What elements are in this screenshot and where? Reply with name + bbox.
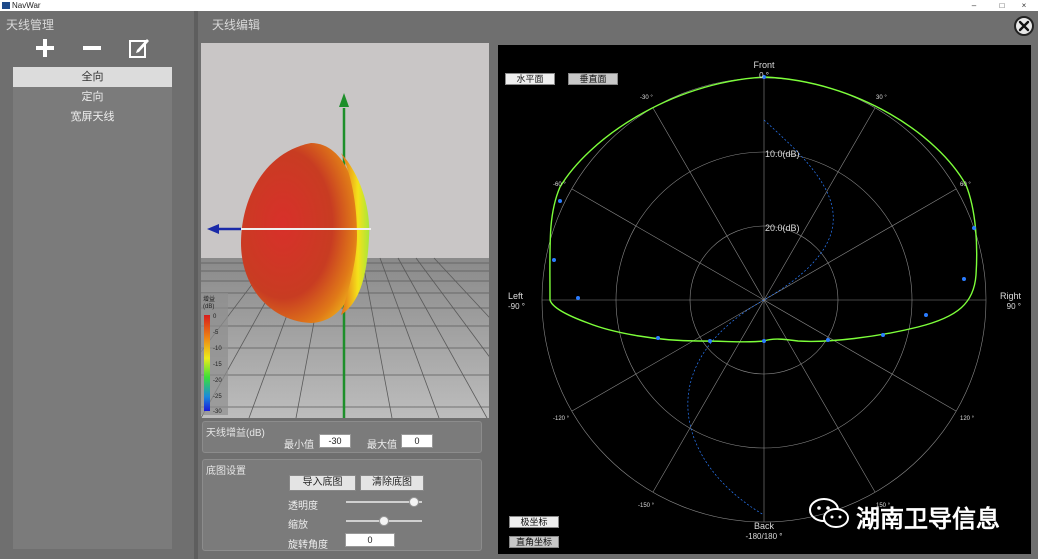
gain-legend-tick: -5: [213, 330, 219, 336]
angle-label: 30 °: [876, 95, 887, 101]
polar-coords-button[interactable]: 极坐标: [509, 516, 559, 528]
antenna-3d-view[interactable]: 增益 (dB) 0 -5 -10 -15 -20 -25 -30: [201, 43, 489, 418]
gain-legend-tick: -20: [213, 378, 222, 384]
close-editor-icon[interactable]: [1014, 16, 1034, 36]
antenna-editor-title: 天线编辑: [212, 18, 261, 32]
angle-label: 60 °: [960, 182, 971, 188]
wechat-icon: [809, 498, 849, 528]
antenna-list-item-wide[interactable]: 宽屏天线: [13, 107, 172, 127]
app-window: NavWar – □ × 天线管理 全向 定向 宽屏天线 天线编辑 增益 (dB…: [0, 0, 1038, 559]
left-label: Left: [508, 291, 524, 301]
zoom-slider[interactable]: [346, 515, 422, 527]
right-angle-label: 90 °: [1007, 302, 1021, 311]
angle-label: -60 °: [553, 182, 566, 188]
gain-max-label: 最大值: [367, 440, 397, 451]
gain-legend-tick: -30: [213, 409, 222, 415]
gain-legend-title: 增益: [203, 295, 215, 303]
polar-plot-svg: Front 0 ° Back -180/180 ° Left -90 ° Rig…: [508, 60, 1022, 541]
opacity-slider-thumb[interactable]: [409, 497, 419, 507]
left-angle-label: -90 °: [508, 302, 525, 311]
cartesian-coords-button[interactable]: 直角坐标: [509, 536, 559, 548]
horizontal-plane-button[interactable]: 水平面: [505, 73, 555, 85]
edit-icon[interactable]: [127, 36, 151, 60]
ring-label-20db: 20.0(dB): [765, 223, 800, 233]
gain-legend-unit: (dB): [203, 304, 214, 310]
app-icon: [2, 2, 10, 9]
polar-pattern-plot[interactable]: Front 0 ° Back -180/180 ° Left -90 ° Rig…: [498, 45, 1031, 554]
basemap-settings-title: 底图设置: [206, 466, 246, 477]
zoom-slider-thumb[interactable]: [379, 516, 389, 526]
clear-basemap-button[interactable]: 清除底图: [360, 475, 424, 491]
ring-label-10db: 10.0(dB): [765, 149, 800, 159]
z-axis-arrow: [339, 93, 349, 107]
angle-label: 120 °: [960, 416, 975, 422]
gain-legend-tick: -10: [213, 346, 222, 352]
vertical-pattern-trace: [763, 119, 834, 301]
x-axis-arrow: [207, 224, 219, 234]
gain-min-field[interactable]: -30: [319, 434, 351, 448]
gain-legend-tick: -15: [213, 362, 222, 368]
angle-label: -30 °: [640, 95, 653, 101]
antenna-gain-title: 天线增益(dB): [206, 428, 265, 439]
opacity-slider[interactable]: [346, 496, 422, 508]
watermark: 湖南卫导信息: [806, 496, 1021, 533]
title-bar: NavWar – □ ×: [0, 0, 1038, 11]
right-label: Right: [1000, 291, 1022, 301]
gain-min-label: 最小值: [284, 440, 314, 451]
back-angle-label: -180/180 °: [745, 532, 782, 541]
gain-max-field[interactable]: 0: [401, 434, 433, 448]
vertical-plane-button[interactable]: 垂直面: [568, 73, 618, 85]
antenna-list: 全向 定向 宽屏天线: [13, 67, 172, 549]
vertical-pattern-trace-lower: [687, 299, 765, 516]
watermark-text: 湖南卫导信息: [856, 506, 1000, 533]
window-close-button[interactable]: ×: [1010, 0, 1038, 11]
antenna-3d-scene: 增益 (dB) 0 -5 -10 -15 -20 -25 -30: [201, 93, 489, 418]
antenna-management-pane: 天线管理 全向 定向 宽屏天线: [0, 11, 194, 559]
front-angle-label: 0 °: [759, 71, 769, 80]
gain-legend-bar: [204, 315, 210, 411]
angle-label: -150 °: [638, 503, 655, 509]
radiation-lobe: [241, 143, 361, 323]
antenna-gain-panel: 天线增益(dB) 最小值 -30 最大值 0: [202, 421, 482, 453]
minimize-button[interactable]: –: [960, 0, 988, 11]
zoom-label: 缩放: [288, 520, 308, 531]
plus-icon[interactable]: [33, 36, 57, 60]
basemap-settings-panel: 底图设置 导入底图 清除底图 透明度 缩放 旋转角度 0: [202, 459, 482, 551]
rotation-label: 旋转角度: [288, 540, 328, 551]
minus-icon[interactable]: [80, 36, 104, 60]
antenna-list-item-directional[interactable]: 定向: [13, 87, 172, 107]
gain-pattern-curve: [549, 76, 978, 343]
back-label: Back: [754, 521, 775, 531]
window-title: NavWar: [12, 1, 41, 10]
front-label: Front: [753, 60, 775, 70]
antenna-management-title: 天线管理: [6, 18, 55, 32]
gain-legend-tick: -25: [213, 394, 222, 400]
import-basemap-button[interactable]: 导入底图: [289, 475, 356, 491]
opacity-label: 透明度: [288, 501, 318, 512]
antenna-list-item-omni[interactable]: 全向: [13, 67, 172, 87]
angle-label: -120 °: [553, 416, 570, 422]
rotation-field[interactable]: 0: [345, 533, 395, 547]
